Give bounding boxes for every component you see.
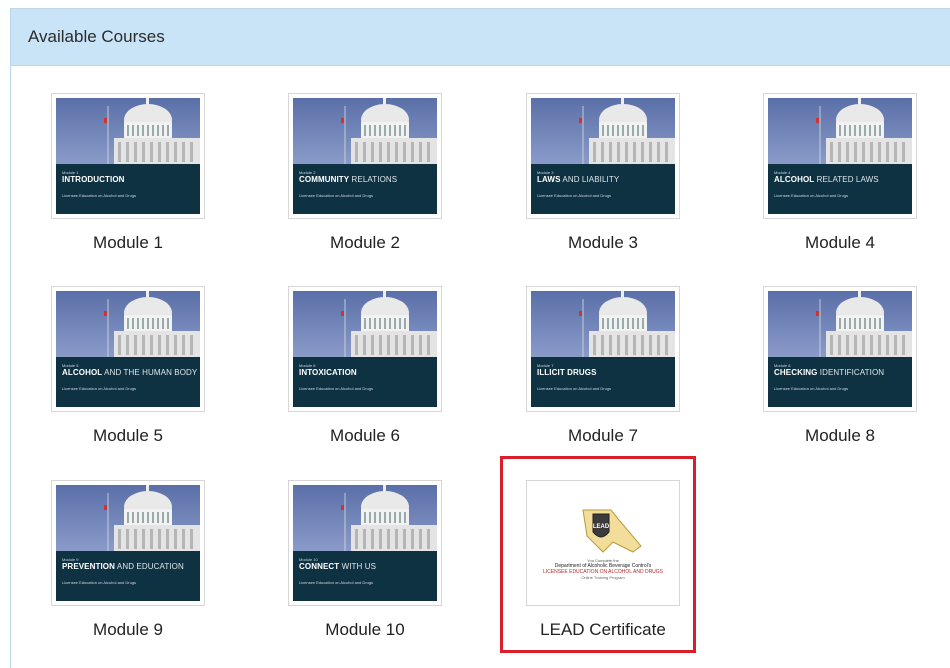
module-title: ALCOHOL RELATED LAWS	[774, 175, 906, 185]
module-banner: Module 3 LAWS AND LIABILITY Licensee Edu…	[531, 164, 675, 214]
course-thumbnail-image: Module 8 CHECKING IDENTIFICATION License…	[768, 291, 912, 407]
course-tile-module-5[interactable]: Module 5 ALCOHOL AND THE HUMAN BODY Lice…	[38, 286, 218, 446]
module-title: INTOXICATION	[299, 368, 431, 378]
lead-logo-icon: LEAD	[582, 509, 642, 553]
course-thumbnail-image: Module 7 ILLICIT DRUGS Licensee Educatio…	[531, 291, 675, 407]
module-subtitle: Licensee Education on Alcohol and Drugs	[62, 386, 137, 391]
course-thumbnail-image: Module 3 LAWS AND LIABILITY Licensee Edu…	[531, 98, 675, 214]
module-title-light: AND THE HUMAN BODY	[102, 368, 198, 377]
certificate-image: LEAD You Complete the Department of Alco…	[531, 485, 675, 601]
module-banner: Module 1 INTRODUCTION Licensee Education…	[56, 164, 200, 214]
module-title: ILLICIT DRUGS	[537, 368, 669, 378]
course-thumbnail[interactable]: Module 4 ALCOHOL RELATED LAWS Licensee E…	[763, 93, 917, 219]
module-subtitle: Licensee Education on Alcohol and Drugs	[62, 580, 137, 585]
course-thumbnail[interactable]: Module 1 INTRODUCTION Licensee Education…	[51, 93, 205, 219]
course-caption[interactable]: Module 7	[513, 426, 693, 446]
course-thumbnail-image: Module 10 CONNECT WITH US Licensee Educa…	[293, 485, 437, 601]
module-title-bold: ALCOHOL	[774, 175, 815, 184]
certificate-caption[interactable]: LEAD Certificate	[513, 620, 693, 640]
module-title-bold: INTOXICATION	[299, 368, 357, 377]
module-subtitle: Licensee Education on Alcohol and Drugs	[537, 193, 612, 198]
course-caption[interactable]: Module 9	[38, 620, 218, 640]
module-title-light: RELATED LAWS	[814, 175, 879, 184]
course-tile-module-10[interactable]: Module 10 CONNECT WITH US Licensee Educa…	[275, 480, 455, 640]
course-tile-module-1[interactable]: Module 1 INTRODUCTION Licensee Education…	[38, 93, 218, 253]
module-title-light: RELATIONS	[349, 175, 398, 184]
module-title-light: WITH US	[339, 562, 377, 571]
course-caption[interactable]: Module 5	[38, 426, 218, 446]
module-banner: Module 10 CONNECT WITH US Licensee Educa…	[293, 551, 437, 601]
course-caption[interactable]: Module 6	[275, 426, 455, 446]
module-subtitle: Licensee Education on Alcohol and Drugs	[62, 193, 137, 198]
module-subtitle: Licensee Education on Alcohol and Drugs	[774, 193, 849, 198]
module-title: COMMUNITY RELATIONS	[299, 175, 431, 185]
course-thumbnail-image: Module 1 INTRODUCTION Licensee Education…	[56, 98, 200, 214]
module-title: PREVENTION AND EDUCATION	[62, 562, 194, 572]
module-subtitle: Licensee Education on Alcohol and Drugs	[774, 386, 849, 391]
course-tile-module-3[interactable]: Module 3 LAWS AND LIABILITY Licensee Edu…	[513, 93, 693, 253]
module-title: LAWS AND LIABILITY	[537, 175, 669, 185]
module-banner: Module 7 ILLICIT DRUGS Licensee Educatio…	[531, 357, 675, 407]
course-tile-lead-certificate[interactable]: LEAD You Complete the Department of Alco…	[513, 480, 693, 640]
module-title: ALCOHOL AND THE HUMAN BODY	[62, 368, 198, 378]
module-title: CHECKING IDENTIFICATION	[774, 368, 906, 378]
module-subtitle: Licensee Education on Alcohol and Drugs	[537, 386, 612, 391]
course-thumbnail[interactable]: Module 8 CHECKING IDENTIFICATION License…	[763, 286, 917, 412]
course-tile-module-7[interactable]: Module 7 ILLICIT DRUGS Licensee Educatio…	[513, 286, 693, 446]
course-thumbnail[interactable]: Module 3 LAWS AND LIABILITY Licensee Edu…	[526, 93, 680, 219]
course-thumbnail[interactable]: Module 2 COMMUNITY RELATIONS Licensee Ed…	[288, 93, 442, 219]
course-tile-module-6[interactable]: Module 6 INTOXICATION Licensee Education…	[275, 286, 455, 446]
course-thumbnail-image: Module 5 ALCOHOL AND THE HUMAN BODY Lice…	[56, 291, 200, 407]
module-title-bold: INTRODUCTION	[62, 175, 125, 184]
course-tile-module-8[interactable]: Module 8 CHECKING IDENTIFICATION License…	[750, 286, 930, 446]
course-thumbnail-image: Module 2 COMMUNITY RELATIONS Licensee Ed…	[293, 98, 437, 214]
course-tile-module-2[interactable]: Module 2 COMMUNITY RELATIONS Licensee Ed…	[275, 93, 455, 253]
svg-text:LEAD: LEAD	[593, 524, 610, 530]
module-title-light: AND EDUCATION	[115, 562, 184, 571]
module-banner: Module 9 PREVENTION AND EDUCATION Licens…	[56, 551, 200, 601]
course-thumbnail-image: Module 6 INTOXICATION Licensee Education…	[293, 291, 437, 407]
course-caption[interactable]: Module 4	[750, 233, 930, 253]
module-title-bold: ILLICIT DRUGS	[537, 368, 597, 377]
available-courses-panel: Available Courses Module 1 INTRODUCTION …	[10, 8, 950, 668]
module-title-bold: ALCOHOL	[62, 368, 103, 377]
module-subtitle: Licensee Education on Alcohol and Drugs	[299, 193, 374, 198]
module-title-bold: LAWS	[537, 175, 561, 184]
course-thumbnail[interactable]: Module 7 ILLICIT DRUGS Licensee Educatio…	[526, 286, 680, 412]
module-title-bold: COMMUNITY	[299, 175, 350, 184]
course-thumbnail[interactable]: Module 10 CONNECT WITH US Licensee Educa…	[288, 480, 442, 606]
course-thumbnail[interactable]: Module 5 ALCOHOL AND THE HUMAN BODY Lice…	[51, 286, 205, 412]
module-title: CONNECT WITH US	[299, 562, 431, 572]
panel-header: Available Courses	[11, 9, 950, 66]
course-caption[interactable]: Module 1	[38, 233, 218, 253]
course-thumbnail-image: Module 9 PREVENTION AND EDUCATION Licens…	[56, 485, 200, 601]
module-subtitle: Licensee Education on Alcohol and Drugs	[299, 386, 374, 391]
module-banner: Module 2 COMMUNITY RELATIONS Licensee Ed…	[293, 164, 437, 214]
course-caption[interactable]: Module 10	[275, 620, 455, 640]
course-thumbnail-image: Module 4 ALCOHOL RELATED LAWS Licensee E…	[768, 98, 912, 214]
course-caption[interactable]: Module 2	[275, 233, 455, 253]
module-title: INTRODUCTION	[62, 175, 194, 185]
certificate-line-4: Online Training Program	[581, 575, 625, 580]
module-banner: Module 6 INTOXICATION Licensee Education…	[293, 357, 437, 407]
course-tile-module-9[interactable]: Module 9 PREVENTION AND EDUCATION Licens…	[38, 480, 218, 640]
certificate-thumbnail[interactable]: LEAD You Complete the Department of Alco…	[526, 480, 680, 606]
course-caption[interactable]: Module 8	[750, 426, 930, 446]
course-thumbnail[interactable]: Module 6 INTOXICATION Licensee Education…	[288, 286, 442, 412]
module-subtitle: Licensee Education on Alcohol and Drugs	[299, 580, 374, 585]
course-tile-module-4[interactable]: Module 4 ALCOHOL RELATED LAWS Licensee E…	[750, 93, 930, 253]
module-banner: Module 5 ALCOHOL AND THE HUMAN BODY Lice…	[56, 357, 200, 407]
module-title-bold: CHECKING	[774, 368, 818, 377]
module-title-bold: PREVENTION	[62, 562, 116, 571]
course-thumbnail[interactable]: Module 9 PREVENTION AND EDUCATION Licens…	[51, 480, 205, 606]
course-caption[interactable]: Module 3	[513, 233, 693, 253]
module-title-light: AND LIABILITY	[560, 175, 620, 184]
module-title-bold: CONNECT	[299, 562, 340, 571]
module-banner: Module 8 CHECKING IDENTIFICATION License…	[768, 357, 912, 407]
module-title-light: IDENTIFICATION	[817, 368, 885, 377]
module-banner: Module 4 ALCOHOL RELATED LAWS Licensee E…	[768, 164, 912, 214]
panel-title: Available Courses	[28, 27, 165, 46]
